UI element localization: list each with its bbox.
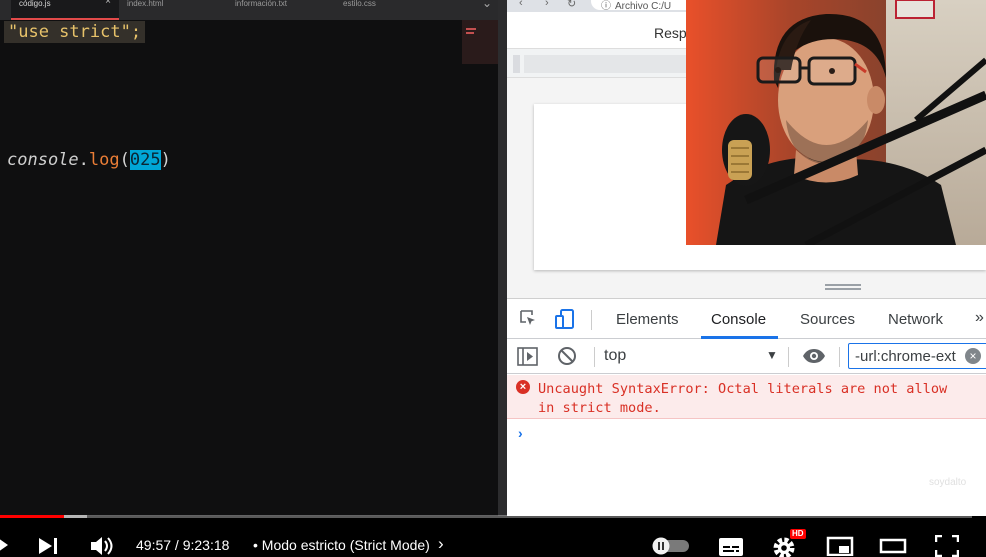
chevron-down-icon[interactable]: ⌄ xyxy=(482,0,492,10)
channel-watermark: soydalto xyxy=(929,477,967,488)
divider xyxy=(788,347,789,367)
volume-icon[interactable] xyxy=(90,536,116,556)
responsive-device-label[interactable]: Resp xyxy=(654,25,687,41)
tab-elements[interactable]: Elements xyxy=(616,311,679,328)
error-icon: × xyxy=(516,380,530,394)
eye-icon[interactable] xyxy=(802,348,826,364)
dropdown-arrow-icon[interactable]: ▼ xyxy=(766,348,778,362)
code-object: console xyxy=(7,150,79,170)
address-bar[interactable]: ⓘ Archivo C:/U xyxy=(591,0,701,12)
forward-icon[interactable]: › xyxy=(545,0,549,9)
video-player-controls: 49:57 / 9:23:18 • Modo estricto (Strict … xyxy=(0,510,986,557)
editor-tab-estilo-css[interactable]: estilo.css xyxy=(335,0,443,20)
more-tabs-icon[interactable]: » xyxy=(975,309,984,327)
chevron-right-icon[interactable]: › xyxy=(438,534,444,554)
sidebar-icon[interactable] xyxy=(517,347,538,366)
webcam-overlay xyxy=(686,0,986,245)
back-icon[interactable]: ‹ xyxy=(519,0,523,9)
code-paren-close: ) xyxy=(160,150,171,170)
console-toolbar: top ▼ × xyxy=(507,339,986,374)
theater-icon[interactable] xyxy=(879,538,907,554)
inspect-icon[interactable] xyxy=(519,309,537,327)
tab-label: código.js xyxy=(19,0,51,8)
console-error-message[interactable]: × Uncaught SyntaxError: Octal literals a… xyxy=(507,375,986,419)
fullscreen-icon[interactable] xyxy=(935,535,959,557)
tab-label: información.txt xyxy=(235,0,288,8)
play-icon[interactable] xyxy=(0,538,8,552)
editor-tab-index-html[interactable]: index.html xyxy=(119,0,227,20)
code-line-use-strict[interactable]: "use strict"; xyxy=(4,21,146,43)
autoplay-toggle[interactable] xyxy=(652,537,690,555)
chapter-title[interactable]: • Modo estricto (Strict Mode) xyxy=(253,537,430,553)
tab-label: estilo.css xyxy=(343,0,376,8)
context-select[interactable]: top xyxy=(604,347,626,365)
console-prompt[interactable]: › xyxy=(518,425,523,441)
minimap[interactable] xyxy=(462,20,498,64)
devtools-tab-bar: Elements Console Sources Network » xyxy=(507,299,986,339)
tab-console[interactable]: Console xyxy=(711,311,766,328)
code-dot: . xyxy=(78,150,89,170)
code-line-console-log[interactable]: console.log(025) xyxy=(7,150,171,170)
divider xyxy=(591,310,592,330)
code-method: log xyxy=(88,150,120,170)
editor-tab-codigo-js[interactable]: código.js × xyxy=(11,0,119,20)
tab-sources[interactable]: Sources xyxy=(800,311,855,328)
progress-bar[interactable] xyxy=(0,515,972,518)
error-text: Uncaught SyntaxError: Octal literals are… xyxy=(538,381,948,416)
code-paren-open: ( xyxy=(119,150,130,170)
presenter-webcam-image xyxy=(686,0,986,245)
code-editor[interactable]: código.js × index.html información.txt e… xyxy=(0,0,498,516)
info-icon: ⓘ xyxy=(601,1,611,12)
time-display: 49:57 / 9:23:18 xyxy=(136,537,230,553)
address-text: C:/U xyxy=(651,1,672,12)
editor-tab-bar: código.js × index.html información.txt e… xyxy=(0,0,498,20)
pane-splitter[interactable] xyxy=(498,0,507,516)
code-selected-literal: 025 xyxy=(129,150,161,170)
tab-network[interactable]: Network xyxy=(888,311,943,328)
clear-console-icon[interactable] xyxy=(557,346,577,366)
device-toggle-icon[interactable] xyxy=(554,308,576,330)
subtitles-icon[interactable] xyxy=(718,537,744,557)
close-icon[interactable]: × xyxy=(105,0,111,7)
divider xyxy=(839,347,840,367)
clear-filter-icon[interactable]: × xyxy=(965,348,981,364)
resize-handle[interactable] xyxy=(825,284,861,290)
miniplayer-icon[interactable] xyxy=(826,536,854,556)
next-icon[interactable] xyxy=(38,537,60,555)
reload-icon[interactable]: ↻ xyxy=(567,0,576,10)
devtools-panel: Elements Console Sources Network » top ▼ xyxy=(507,298,986,516)
progress-played xyxy=(0,515,65,518)
hd-badge: HD xyxy=(790,529,806,539)
tab-label: index.html xyxy=(127,0,164,8)
divider xyxy=(594,347,595,367)
editor-tab-informacion-txt[interactable]: información.txt xyxy=(227,0,335,20)
address-file-label: Archivo xyxy=(615,1,649,12)
